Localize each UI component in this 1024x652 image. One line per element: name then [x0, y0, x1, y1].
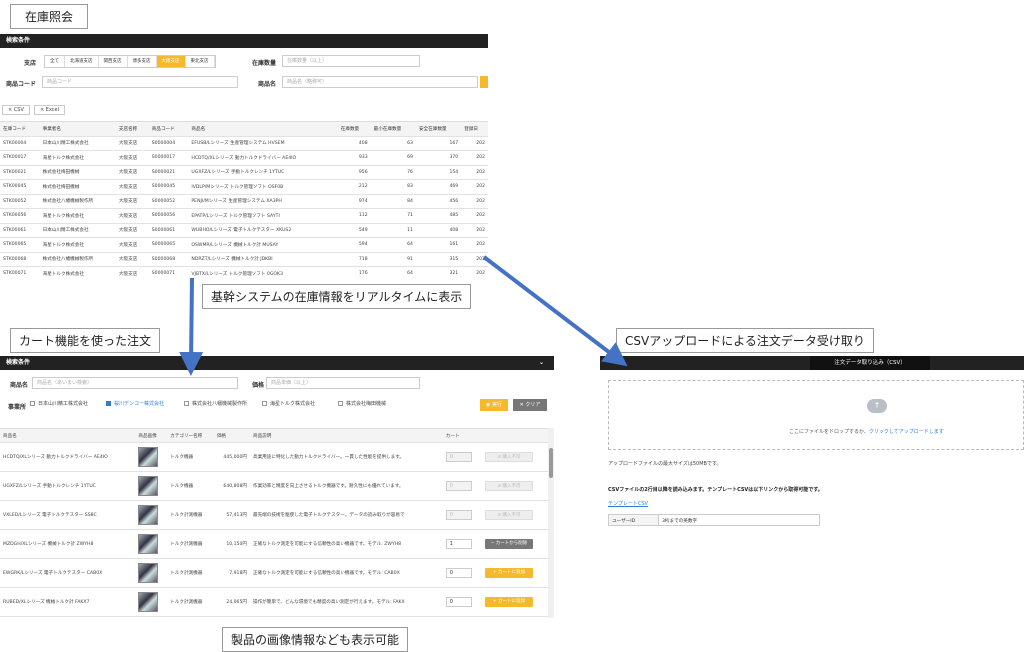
- arrow-to-csv: [482, 255, 628, 367]
- arrows-layer: [179, 255, 628, 376]
- arrow-to-cart: [179, 277, 204, 376]
